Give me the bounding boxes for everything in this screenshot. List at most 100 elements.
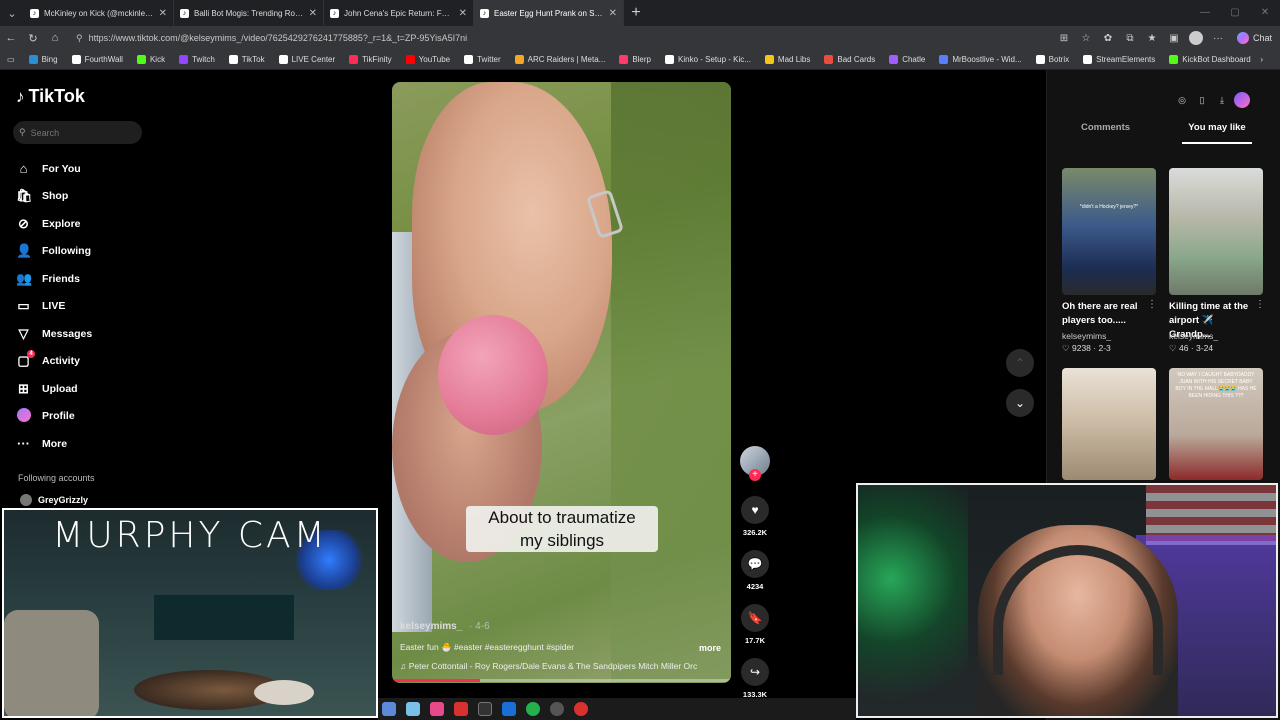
bookmark-item[interactable]: TikFinity bbox=[342, 55, 398, 64]
video-username[interactable]: kelseymims_ bbox=[400, 621, 462, 632]
video-thumbnail[interactable] bbox=[1062, 368, 1156, 480]
site-info-icon[interactable]: ⚲ bbox=[76, 33, 83, 44]
heart-icon[interactable]: ♥ bbox=[741, 496, 769, 524]
app-icon[interactable] bbox=[382, 702, 396, 716]
address-bar[interactable]: ⚲ https://www.tiktok.com/@kelseymims_/vi… bbox=[72, 28, 1072, 48]
bookmark-item[interactable]: Kick bbox=[130, 55, 172, 64]
following-account-item[interactable]: GreyGrizzly bbox=[20, 494, 88, 506]
app-icon[interactable] bbox=[454, 702, 468, 716]
avatar[interactable] bbox=[1234, 92, 1250, 108]
card-username[interactable]: kelseymims_ bbox=[1062, 331, 1111, 341]
video-music[interactable]: ♫ Peter Cottontail - Roy Rogers/Dale Eva… bbox=[400, 661, 720, 671]
sidebar-item-for-you[interactable]: ⌂ For You bbox=[16, 155, 92, 183]
search-box[interactable]: ⚲ bbox=[13, 121, 142, 144]
app-icon[interactable] bbox=[502, 702, 516, 716]
close-window-icon[interactable]: ✕ bbox=[1250, 0, 1280, 26]
more-options-icon[interactable]: ⋮ bbox=[1255, 299, 1265, 310]
bookmark-item[interactable]: Botrix bbox=[1029, 55, 1076, 64]
chevron-down-icon[interactable]: ⌄ bbox=[1006, 389, 1034, 417]
creator-avatar[interactable]: + bbox=[740, 446, 770, 481]
bookmark-item[interactable]: MrBoostlive - Wid... bbox=[932, 55, 1028, 64]
save-action[interactable]: 🔖 17.7K bbox=[735, 604, 775, 645]
browser-tab-3[interactable]: ♪ Easter Egg Hunt Prank on Siblings ✕ bbox=[474, 0, 624, 26]
bookmark-icon[interactable]: 🔖 bbox=[741, 604, 769, 632]
bookmark-item[interactable]: Kinko - Setup - Kic... bbox=[658, 55, 758, 64]
app-icon[interactable] bbox=[550, 702, 564, 716]
sidebar-item-following[interactable]: 👤 Following bbox=[16, 238, 92, 266]
video-player[interactable]: About to traumatize my siblings kelseymi… bbox=[392, 82, 731, 683]
favorite-star-icon[interactable]: ☆ bbox=[1075, 33, 1097, 44]
bookmark-item[interactable]: Bing bbox=[22, 55, 65, 64]
bookmark-item[interactable]: Mad Libs bbox=[758, 55, 817, 64]
chevron-up-icon[interactable]: ⌃ bbox=[1006, 349, 1034, 377]
sidebar-item-explore[interactable]: ⊘ Explore bbox=[16, 210, 92, 238]
tab-search-button[interactable]: ⌄ bbox=[0, 0, 24, 26]
close-icon[interactable]: ✕ bbox=[159, 8, 167, 19]
close-icon[interactable]: ✕ bbox=[459, 8, 467, 19]
close-icon[interactable]: ✕ bbox=[609, 8, 617, 19]
video-progress-bar[interactable] bbox=[392, 679, 731, 682]
sidebar-item-friends[interactable]: 👥 Friends bbox=[16, 265, 92, 293]
more-bookmarks-icon[interactable]: › bbox=[1253, 55, 1270, 64]
app-icon[interactable] bbox=[406, 702, 420, 716]
bookmark-item[interactable]: KickBot Dashboard bbox=[1162, 55, 1257, 64]
maximize-icon[interactable]: ▢ bbox=[1220, 0, 1250, 26]
like-action[interactable]: ♥ 326.2K bbox=[735, 496, 775, 537]
sidebar-item-upload[interactable]: ⊞ Upload bbox=[16, 375, 92, 403]
share-action[interactable]: ↪ 133.3K bbox=[735, 658, 775, 699]
sidebar-item-live[interactable]: ▭ LIVE bbox=[16, 293, 92, 321]
sidebar-item-shop[interactable]: 🛍 Shop bbox=[16, 183, 92, 211]
bookmark-item[interactable]: Twitter bbox=[457, 55, 508, 64]
share-icon[interactable]: ↪ bbox=[741, 658, 769, 686]
app-icon[interactable] bbox=[574, 702, 588, 716]
collections-icon[interactable]: ▣ bbox=[1163, 33, 1185, 44]
browser-tab-2[interactable]: ♪ John Cena's Epic Return: F5 & Atti ✕ bbox=[324, 0, 474, 26]
bookmark-item[interactable]: Twitch bbox=[172, 55, 222, 64]
chat-button[interactable]: Chat bbox=[1229, 32, 1280, 44]
more-options-icon[interactable]: ⋮ bbox=[1147, 299, 1157, 310]
video-thumbnail[interactable]: *didn't a Hockey? jersey?* bbox=[1062, 168, 1156, 295]
download-icon[interactable]: ⤓ bbox=[1214, 92, 1230, 108]
extensions-icon[interactable]: ✿ bbox=[1097, 33, 1119, 44]
more-button[interactable]: more bbox=[699, 643, 721, 653]
bookmark-item[interactable]: YouTube bbox=[399, 55, 457, 64]
sidebar-item-messages[interactable]: ▽ Messages bbox=[16, 320, 93, 348]
bookmark-item[interactable]: FourthWall bbox=[65, 55, 130, 64]
search-input[interactable] bbox=[30, 127, 131, 138]
bookmark-item[interactable]: ARC Raiders | Meta... bbox=[508, 55, 613, 64]
minimize-icon[interactable]: — bbox=[1190, 0, 1220, 26]
favorites-icon[interactable]: ★ bbox=[1141, 33, 1163, 44]
card-title[interactable]: Oh there are real players too..... bbox=[1062, 300, 1144, 328]
tiktok-logo[interactable]: ♪ TikTok bbox=[16, 86, 85, 107]
app-icon[interactable]: ⊞ bbox=[1053, 33, 1075, 44]
app-icon[interactable] bbox=[478, 702, 492, 716]
bookmark-item[interactable]: TikTok bbox=[222, 55, 272, 64]
browser-tab-0[interactable]: ♪ McKinley on Kick (@mckinley.tv) | ✕ bbox=[24, 0, 174, 26]
menu-dots-icon[interactable]: ··· bbox=[1207, 33, 1229, 44]
back-icon[interactable]: ← bbox=[0, 32, 22, 44]
bookmark-item[interactable]: StreamElements bbox=[1076, 55, 1162, 64]
app-icon[interactable] bbox=[526, 702, 540, 716]
tab-you-may-like[interactable]: You may like bbox=[1182, 122, 1252, 144]
bookmarks-toggle-icon[interactable]: ▭ bbox=[0, 55, 22, 64]
new-tab-button[interactable]: + bbox=[624, 4, 648, 22]
video-thumbnail[interactable]: NO WAY I CAUGHT BABYDADDY JUAN WITH HIS … bbox=[1169, 368, 1263, 480]
settings-icon[interactable]: ◎ bbox=[1174, 92, 1190, 108]
sidebar-item-more[interactable]: ··· More bbox=[16, 430, 92, 458]
device-icon[interactable]: ▯ bbox=[1194, 92, 1210, 108]
comment-action[interactable]: 💬 4234 bbox=[735, 550, 775, 591]
card-username[interactable]: kelseymims_ bbox=[1169, 331, 1218, 341]
bookmark-item[interactable]: LIVE Center bbox=[272, 55, 343, 64]
close-icon[interactable]: ✕ bbox=[309, 8, 317, 19]
sidebar-item-profile[interactable]: Profile bbox=[16, 403, 92, 431]
reload-icon[interactable]: ↻ bbox=[22, 32, 44, 45]
browser-tab-1[interactable]: ♪ Balli Bot Mogis: Trending Robot & ✕ bbox=[174, 0, 324, 26]
comment-icon[interactable]: 💬 bbox=[741, 550, 769, 578]
split-screen-icon[interactable]: ⧉ bbox=[1119, 33, 1141, 44]
tab-comments[interactable]: Comments bbox=[1047, 122, 1164, 144]
follow-plus-icon[interactable]: + bbox=[749, 469, 761, 481]
video-thumbnail[interactable] bbox=[1169, 168, 1263, 295]
bookmark-item[interactable]: Blerp bbox=[612, 55, 658, 64]
profile-avatar[interactable] bbox=[1188, 31, 1203, 45]
bookmark-item[interactable]: Bad Cards bbox=[817, 55, 882, 64]
